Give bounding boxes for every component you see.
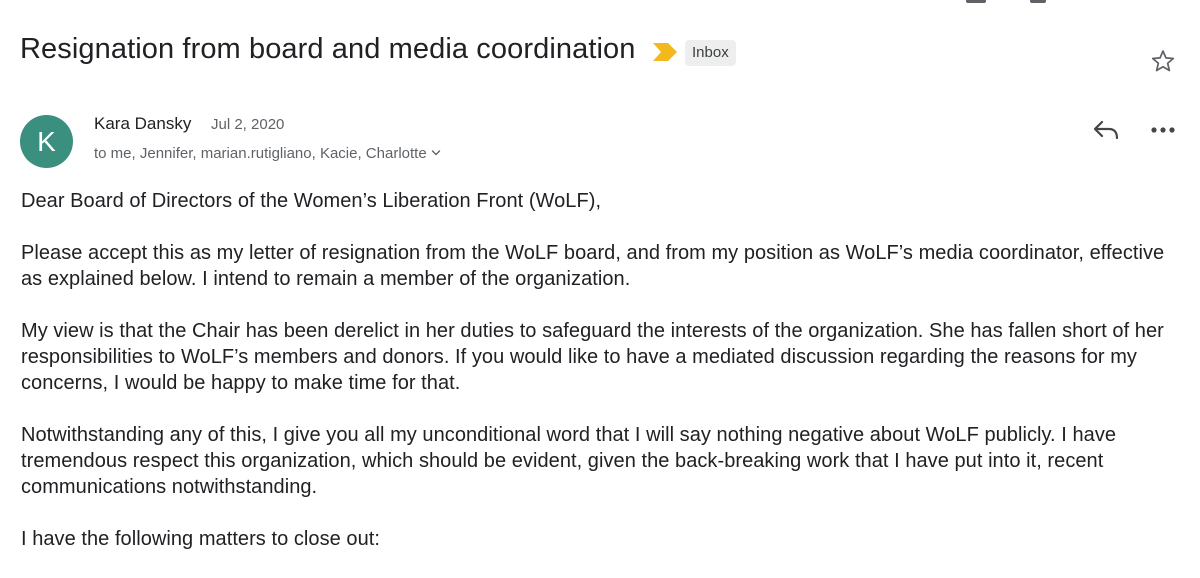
body-paragraph-salutation: Dear Board of Directors of the Women’s L… (21, 190, 602, 212)
subject-row: Resignation from board and media coordin… (20, 28, 1180, 78)
email-subject: Resignation from board and media coordin… (20, 33, 636, 65)
more-vert-icon[interactable] (1150, 126, 1176, 134)
body-paragraph-commitment: Notwithstanding any of this, I give you … (21, 424, 1117, 498)
recipients-text: to me, Jennifer, marian.rutigliano, Kaci… (94, 145, 427, 162)
body-paragraph-concerns: My view is that the Chair has been derel… (21, 320, 1164, 394)
sender-name[interactable]: Kara Dansky (94, 114, 191, 134)
importance-marker-icon[interactable] (653, 43, 677, 61)
inbox-label-badge[interactable]: Inbox (685, 40, 736, 66)
toolbar-fragment-right (1030, 0, 1046, 3)
sent-date: Jul 2, 2020 (211, 116, 285, 133)
star-icon[interactable] (1150, 48, 1176, 74)
recipients-line[interactable]: to me, Jennifer, marian.rutigliano, Kaci… (94, 145, 442, 162)
body-paragraph-resignation: Please accept this as my letter of resig… (21, 242, 1165, 290)
chevron-down-icon[interactable] (430, 147, 442, 159)
reply-icon[interactable] (1092, 118, 1120, 142)
body-paragraph-closing: I have the following matters to close ou… (21, 528, 380, 550)
sender-avatar[interactable]: K (20, 115, 73, 168)
message-body: Dear Board of Directors of the Women’s L… (21, 188, 1181, 578)
toolbar-fragment-left (966, 0, 986, 3)
